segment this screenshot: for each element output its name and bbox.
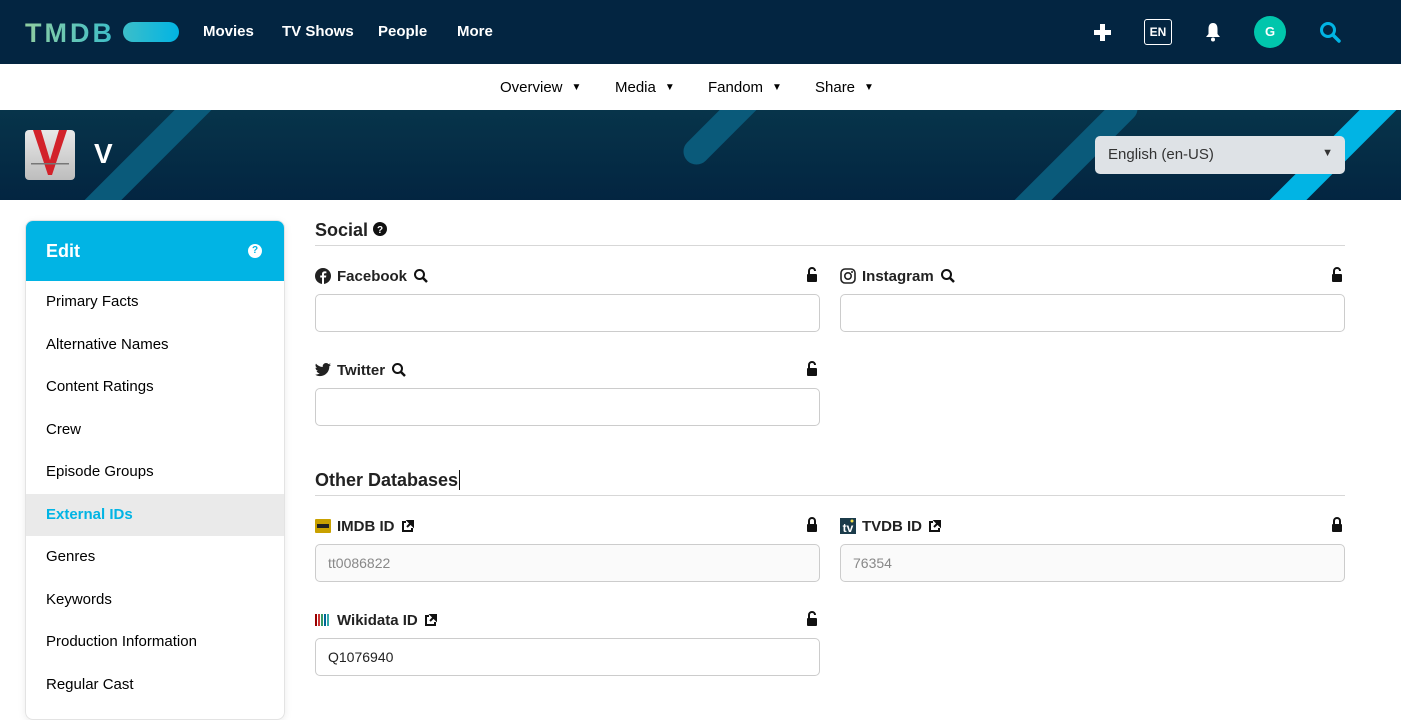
sidebar-header: Edit? xyxy=(26,221,284,281)
decor-stripe xyxy=(678,110,838,170)
sidebar-item-genres[interactable]: Genres xyxy=(26,536,284,579)
language-select[interactable]: English (en-US) ▼ xyxy=(1095,136,1345,174)
imdb-id-input[interactable] xyxy=(315,544,820,582)
caret-down-icon: ▼ xyxy=(864,82,874,93)
sidebar-item-production-information[interactable]: Production Information xyxy=(26,621,284,664)
tmdb-logo[interactable]: TMDB xyxy=(25,18,115,49)
sidebar-item-keywords[interactable]: Keywords xyxy=(26,579,284,622)
facebook-icon xyxy=(315,268,331,284)
section-title: Other Databases xyxy=(315,470,459,490)
twitter-input[interactable] xyxy=(315,388,820,426)
help-icon[interactable]: ? xyxy=(373,222,388,236)
subnav-label: Overview xyxy=(500,79,563,96)
plus-icon[interactable] xyxy=(1094,24,1111,41)
logo-pill xyxy=(123,22,179,42)
tvdb-id-input[interactable] xyxy=(840,544,1345,582)
wikidata-icon xyxy=(315,614,329,626)
imdb-icon xyxy=(315,519,331,533)
instagram-label: Instagram xyxy=(840,266,956,286)
field-label: Twitter xyxy=(337,361,386,379)
search-icon[interactable] xyxy=(940,268,956,284)
language-badge[interactable]: EN xyxy=(1144,19,1172,45)
unlock-icon[interactable] xyxy=(806,267,818,282)
wikidata-id-input[interactable] xyxy=(315,638,820,676)
edit-sidebar: Edit? Primary Facts Alternative Names Co… xyxy=(25,220,285,720)
bell-icon[interactable] xyxy=(1205,22,1221,42)
subnav-media[interactable]: Media ▼ xyxy=(615,79,675,96)
facebook-input[interactable] xyxy=(315,294,820,332)
subnav-fandom[interactable]: Fandom ▼ xyxy=(708,79,782,96)
field-label: IMDB ID xyxy=(337,517,395,535)
wikidata-label: Wikidata ID xyxy=(315,610,437,630)
instagram-icon xyxy=(840,268,856,284)
nav-movies[interactable]: Movies xyxy=(203,23,254,40)
caret-down-icon: ▼ xyxy=(664,82,675,93)
svg-text:tv: tv xyxy=(843,521,854,534)
avatar[interactable]: G xyxy=(1254,16,1286,48)
unlock-icon[interactable] xyxy=(806,361,818,376)
twitter-icon xyxy=(315,363,331,377)
sidebar-title: Edit xyxy=(46,241,80,261)
external-link-icon[interactable] xyxy=(928,519,941,533)
search-icon[interactable] xyxy=(391,362,407,378)
other-databases-section-header: Other Databases xyxy=(315,470,1345,496)
field-label: Instagram xyxy=(862,267,934,285)
unlock-icon[interactable] xyxy=(1331,267,1343,282)
subnav-label: Fandom xyxy=(708,79,764,96)
subnav-label: Media xyxy=(615,79,656,96)
sidebar-item-crew[interactable]: Crew xyxy=(26,409,284,452)
caret-down-icon: ▼ xyxy=(571,82,582,93)
sidebar-item-content-ratings[interactable]: Content Ratings xyxy=(26,366,284,409)
sidebar-item-primary-facts[interactable]: Primary Facts xyxy=(26,281,284,324)
section-title: Social xyxy=(315,220,369,240)
imdb-label: IMDB ID xyxy=(315,516,414,536)
unlock-icon[interactable] xyxy=(806,611,818,626)
subnav-share[interactable]: Share ▼ xyxy=(815,79,874,96)
external-link-icon[interactable] xyxy=(401,519,414,533)
sidebar-item-external-ids[interactable]: External IDs xyxy=(26,493,284,536)
sidebar-item-regular-cast[interactable]: Regular Cast xyxy=(26,664,284,707)
sidebar-item-alternative-names[interactable]: Alternative Names xyxy=(26,324,284,367)
field-label: Facebook xyxy=(337,267,408,285)
search-icon[interactable] xyxy=(413,268,429,284)
title-banner: V English (en-US) ▼ xyxy=(0,110,1401,200)
help-icon[interactable]: ? xyxy=(248,244,262,258)
top-navbar: TMDB Movies TV Shows People More EN G xyxy=(0,0,1401,64)
caret-down-icon: ▼ xyxy=(772,82,782,93)
language-value: English (en-US) xyxy=(1108,146,1214,163)
nav-tv-shows[interactable]: TV Shows xyxy=(282,23,354,40)
svg-text:?: ? xyxy=(377,225,383,236)
show-poster[interactable] xyxy=(25,130,75,180)
tvdb-icon: tv xyxy=(840,518,856,534)
show-title[interactable]: V xyxy=(94,138,113,170)
text-cursor xyxy=(459,470,466,490)
nav-more[interactable]: More xyxy=(457,23,493,40)
sub-navigation: Overview ▼ Media ▼ Fandom ▼ Share ▼ xyxy=(0,64,1401,110)
field-label: TVDB ID xyxy=(862,517,922,535)
social-section-header: Social ? xyxy=(315,220,1345,246)
twitter-label: Twitter xyxy=(315,360,407,380)
tvdb-label: tv TVDB ID xyxy=(840,516,941,536)
lock-icon[interactable] xyxy=(1331,517,1343,532)
facebook-label: Facebook xyxy=(315,266,429,286)
external-link-icon[interactable] xyxy=(424,613,437,627)
sidebar-item-episode-groups[interactable]: Episode Groups xyxy=(26,451,284,494)
search-icon[interactable] xyxy=(1319,21,1341,43)
lock-icon[interactable] xyxy=(806,517,818,532)
subnav-label: Share xyxy=(815,79,856,96)
subnav-overview[interactable]: Overview ▼ xyxy=(500,79,581,96)
caret-down-icon: ▼ xyxy=(1322,147,1333,159)
field-label: Wikidata ID xyxy=(337,611,418,629)
nav-people[interactable]: People xyxy=(378,23,427,40)
instagram-input[interactable] xyxy=(840,294,1345,332)
